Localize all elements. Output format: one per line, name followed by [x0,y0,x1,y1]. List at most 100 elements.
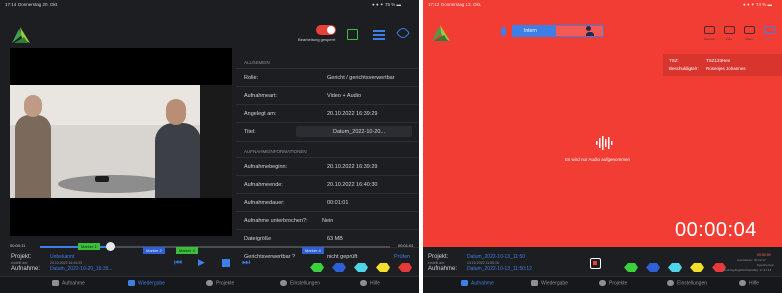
cam-label: Ton [766,37,771,41]
tab-help[interactable]: Hilfe [739,280,759,286]
flag-green-icon[interactable] [310,259,324,272]
video-frame [10,85,232,198]
play-icon[interactable]: ▶ [198,258,205,267]
video-player[interactable] [10,48,232,236]
tsz-label: TSZ: [669,58,679,63]
accused-label: Beschuldigte/r: [669,66,699,71]
tab-playback[interactable]: Wiedergabe [128,280,165,286]
recording-timer: 00:00:04 [675,219,757,241]
info-row: Aufnahmedauer: 00:01:01 [236,193,419,212]
audio-only-message: Es wird nur Audio aufgenommen [565,157,631,162]
tab-recording[interactable]: Aufnahme [52,280,85,286]
left-screen: 17:14 Donnerstag 20. Okt. ● ● ✦ 75 % ▬ B… [0,0,419,293]
info-line: 00:00:00 [757,253,771,257]
project-label: Projekt: [11,254,32,260]
flag-cyan-icon[interactable] [354,259,368,272]
project-created-label: erstellt am: [428,261,446,265]
tag-icon[interactable] [395,25,411,41]
skip-forward-icon[interactable]: ⏭ [242,258,250,267]
info-line: Speicherzeit [757,263,774,267]
cam-label: Video [745,37,753,41]
marker-tag[interactable]: Marker 4 [302,247,324,254]
help-icon [360,280,367,286]
general-header: ALLGEMEIN [244,60,270,65]
waveform-icon [595,136,613,150]
project-value[interactable]: Datum_2022-10-13_11:50 [467,254,525,260]
photo-icon[interactable] [724,26,735,34]
play-tab-icon [531,280,538,286]
recinfo-header: AUFNAHMEINFORMATIONEN [244,149,307,154]
projects-icon [206,280,213,286]
project-created-date: 13.10.2022 11:50:16 [467,261,499,265]
flag-cyan-icon[interactable] [668,259,682,272]
info-row: Titel: Datum_2022-10-20... [236,122,419,142]
project-created-date: 20.10.2022 16:44:23 [50,261,83,265]
status-date: Donnerstag 20. Okt. [18,2,59,7]
marker-tag[interactable]: Marker 1 [78,243,100,250]
info-line: Rechtsgültig/Rechtskräftig: 17:17:13 [723,268,772,272]
accused-value: Rosenjes Johannes [706,66,746,71]
stop-recording-button[interactable] [590,258,601,269]
flag-red-icon[interactable] [712,259,726,272]
status-time: 17:14 [5,2,17,7]
project-label: Projekt: [428,254,449,260]
help-icon [739,280,746,286]
project-value[interactable]: Unbekannt [50,254,74,260]
mode-intern-label: Intern [524,28,537,34]
person-mic-icon[interactable] [586,26,594,36]
edit-note-icon[interactable] [347,29,358,40]
info-row: Angelegt am: 20.10.2022 16:39:29 [236,104,419,123]
timeline-thumb[interactable] [106,242,115,251]
status-battery: ● ● ✦ 74 % ▬ [743,2,772,7]
flag-blue-icon[interactable] [646,259,660,272]
flag-yellow-icon[interactable] [690,259,704,272]
flag-green-icon[interactable] [624,259,638,272]
info-row: Aufnahme unterbrochen?: Nein [236,211,419,230]
skip-back-icon[interactable]: ⏮ [174,258,182,267]
camera-icon[interactable] [704,26,715,34]
status-time: 17:12 [428,2,440,7]
tab-projects[interactable]: Projekte [206,280,234,286]
list-icon[interactable] [373,30,385,40]
cam-label: Foto [726,37,733,41]
person-right [155,123,201,198]
flag-yellow-icon[interactable] [376,259,390,272]
flag-blue-icon[interactable] [332,259,346,272]
flag-red-icon[interactable] [398,259,412,272]
tab-playback[interactable]: Wiedergabe [531,280,568,286]
table [58,175,168,193]
info-row: Gerichtsverwertbar ? nicht geprüft Prüfe… [236,247,419,262]
tab-settings[interactable]: Einstellungen [667,280,707,286]
info-row: Aufnahmeende: 20.10.2022 16:40:30 [236,175,419,194]
recording-value[interactable]: Datum_2022-10-13_11:50:12 [467,266,532,272]
marker-tag[interactable]: Marker 3 [176,247,198,254]
tab-help[interactable]: Hilfe [360,280,380,286]
time-start: 00:00:11 [10,243,26,248]
recording-value[interactable]: Datum_2022-10-20_16:39... [50,266,113,272]
gear-icon [280,280,287,286]
time-end: 00:01:01 [398,243,414,248]
video-camera-icon[interactable] [744,26,755,34]
edit-lock-toggle[interactable] [316,25,336,35]
audio-mode-icon[interactable] [764,26,775,34]
stop-icon[interactable] [222,259,230,267]
tab-settings[interactable]: Einstellungen [280,280,320,286]
projects-icon [599,280,606,286]
mic-icon[interactable] [501,27,506,36]
project-created-label: erstellt am: [11,261,29,265]
person-left [15,115,51,198]
gear-icon [667,280,674,286]
edit-lock-label: Bearbeitung gesperrt [298,37,336,42]
tab-projects[interactable]: Projekte [599,280,627,286]
tsz-value: TSZ123Hex [706,58,731,63]
play-tab-icon [128,280,135,286]
marker-tag[interactable]: Marker 2 [143,247,165,254]
camera-icon [52,280,59,286]
right-screen: 17:12 Donnerstag 13. Okt. ● ● ✦ 74 % ▬ I… [423,0,782,293]
camera-tab-icon [461,280,468,286]
info-row: Aufnahmeart: Video + Audio [236,86,419,105]
tab-recording[interactable]: Aufnahme [461,280,494,286]
app-logo [430,21,452,43]
cam-label: Kamera [704,37,715,41]
info-row: Rolle: Gericht / gerichtsverwertbar [236,68,419,87]
